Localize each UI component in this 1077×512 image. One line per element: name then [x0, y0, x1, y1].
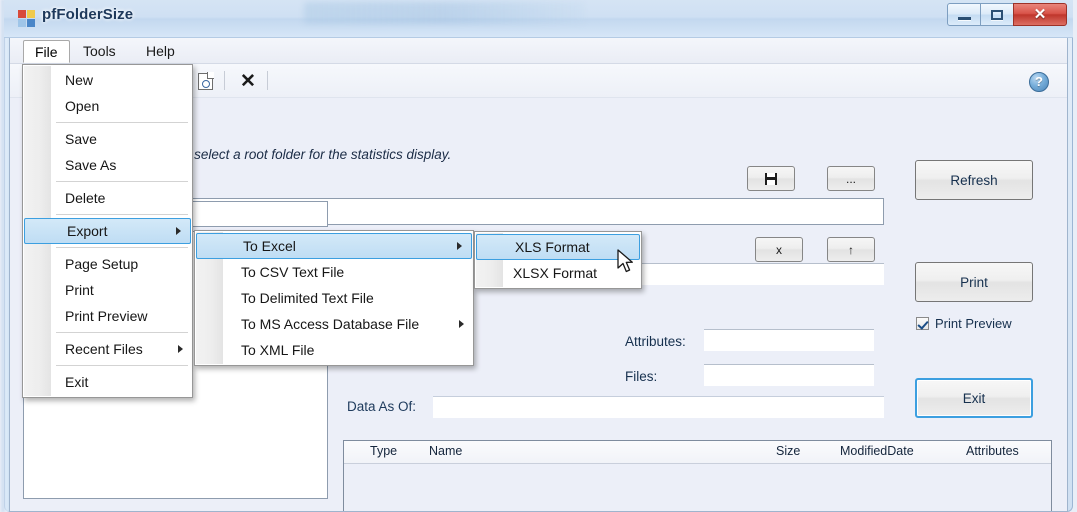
toolbar-button-delete[interactable]: ✕ [235, 68, 261, 94]
menu-file[interactable]: File [23, 40, 70, 63]
menu-item-to-csv[interactable]: To CSV Text File [195, 259, 473, 285]
menu-item-new[interactable]: New [23, 67, 192, 93]
title-bar-glass-blur [304, 2, 584, 24]
menu-item-xls-format[interactable]: XLS Format [476, 234, 640, 260]
save-path-button[interactable] [747, 166, 795, 191]
print-preview-label: Print Preview [935, 316, 1012, 331]
clear-folder-button[interactable]: x [755, 237, 803, 262]
menu-item-recent-files[interactable]: Recent Files [23, 336, 192, 362]
attributes-input[interactable] [704, 329, 874, 351]
save-disk-icon [765, 172, 777, 185]
menu-item-to-excel[interactable]: To Excel [196, 233, 472, 259]
menu-item-print[interactable]: Print [23, 277, 192, 303]
menu-item-page-setup[interactable]: Page Setup [23, 251, 192, 277]
parent-folder-button[interactable]: ↑ [827, 237, 875, 262]
data-as-of-label: Data As Of: [347, 399, 417, 414]
menu-item-to-excel-label: To Excel [243, 238, 296, 254]
help-question-icon[interactable]: ? [1029, 72, 1049, 92]
exit-button[interactable]: Exit [915, 378, 1033, 418]
excel-format-submenu: XLS Format XLSX Format [474, 231, 642, 289]
attributes-label: Attributes: [625, 334, 686, 349]
close-button[interactable]: ✕ [1013, 3, 1067, 26]
menu-item-to-xml[interactable]: To XML File [195, 337, 473, 363]
toolbar-separator-2 [267, 71, 268, 90]
menu-item-to-ms-access[interactable]: To MS Access Database File [195, 311, 473, 337]
column-header-attributes[interactable]: Attributes [966, 444, 1019, 458]
menu-tools[interactable]: Tools [72, 40, 127, 63]
menu-item-exit[interactable]: Exit [23, 369, 192, 395]
menu-item-recent-files-label: Recent Files [65, 341, 143, 357]
menu-separator [56, 181, 188, 182]
browse-folder-button[interactable]: ... [827, 166, 875, 191]
menu-separator [56, 214, 188, 215]
minimize-icon [957, 17, 971, 20]
menu-item-xlsx-format[interactable]: XLSX Format [475, 260, 641, 286]
print-preview-checkbox[interactable]: Print Preview [916, 316, 1012, 331]
menu-item-to-delimited[interactable]: To Delimited Text File [195, 285, 473, 311]
export-submenu: To Excel To CSV Text File To Delimited T… [194, 230, 474, 366]
menu-bar: File Tools Help [10, 38, 1067, 64]
app-form-icon [18, 10, 36, 27]
menu-item-export-label: Export [67, 223, 108, 239]
listview-header: Type Name Size ModifiedDate Attributes [344, 441, 1051, 464]
menu-separator [56, 122, 188, 123]
menu-separator [56, 332, 188, 333]
document-search-icon [197, 71, 214, 90]
maximize-icon [991, 9, 1003, 20]
minimize-button[interactable] [947, 3, 981, 26]
menu-item-delete[interactable]: Delete [23, 185, 192, 211]
maximize-button[interactable] [980, 3, 1014, 26]
menu-separator [56, 247, 188, 248]
menu-item-to-ms-access-label: To MS Access Database File [241, 316, 420, 332]
window-glass-edge [0, 0, 9, 512]
toolbar-button-document-search[interactable] [192, 68, 218, 94]
column-header-name[interactable]: Name [429, 444, 462, 458]
title-bar: pfFolderSize ✕ [4, 0, 1073, 38]
chevron-right-icon [176, 227, 181, 235]
results-listview[interactable]: Type Name Size ModifiedDate Attributes [343, 440, 1052, 511]
delete-x-icon: ✕ [240, 70, 256, 92]
menu-item-open[interactable]: Open [23, 93, 192, 119]
window-controls: ✕ [947, 3, 1067, 27]
menu-separator [56, 365, 188, 366]
menu-item-export[interactable]: Export [24, 218, 191, 244]
application-window: pfFolderSize ✕ File Tools Help ✕ ? or Se… [0, 0, 1077, 512]
print-button[interactable]: Print [915, 262, 1033, 302]
files-label: Files: [625, 369, 658, 384]
files-input[interactable] [704, 364, 874, 386]
chevron-right-icon [457, 242, 462, 250]
column-header-modifieddate[interactable]: ModifiedDate [840, 444, 914, 458]
menu-item-save-as[interactable]: Save As [23, 152, 192, 178]
menu-item-print-preview[interactable]: Print Preview [23, 303, 192, 329]
column-header-size[interactable]: Size [776, 444, 800, 458]
refresh-button[interactable]: Refresh [915, 160, 1033, 200]
checkbox-checked-icon [916, 317, 929, 330]
chevron-right-icon [178, 345, 183, 353]
toolbar-separator [224, 71, 225, 90]
menu-help[interactable]: Help [135, 40, 186, 63]
column-header-type[interactable]: Type [370, 444, 397, 458]
window-title: pfFolderSize [42, 6, 134, 23]
menu-item-save[interactable]: Save [23, 126, 192, 152]
file-dropdown-menu: New Open Save Save As Delete Export Page… [22, 64, 193, 398]
close-icon: ✕ [1033, 6, 1047, 23]
chevron-right-icon [459, 320, 464, 328]
data-as-of-input[interactable] [433, 396, 884, 418]
